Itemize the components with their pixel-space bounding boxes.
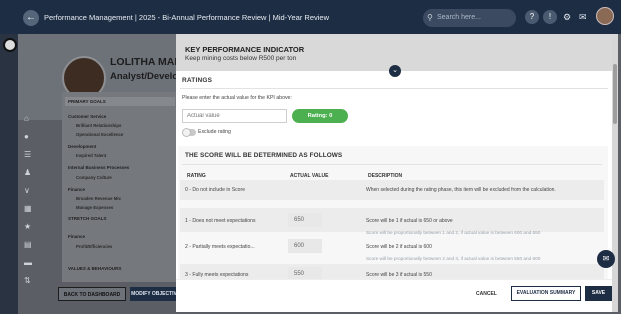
- col-header-description: DESCRIPTION: [368, 173, 403, 179]
- compare-icon[interactable]: ⇅: [24, 276, 31, 285]
- user-avatar[interactable]: [596, 7, 614, 25]
- back-to-dashboard-button[interactable]: BACK TO DASHBOARD: [58, 287, 126, 301]
- row-rating: 2 - Partially meets expectatio...: [185, 244, 255, 250]
- row-description: Score will be 3 if actual is 550: [366, 272, 432, 278]
- exclude-rating-toggle[interactable]: [182, 128, 196, 137]
- row-description: Score will be 2 if actual is 600: [366, 244, 432, 250]
- star-icon[interactable]: ★: [24, 222, 31, 231]
- goal-internal-business[interactable]: Internal Business Processes: [68, 165, 129, 170]
- goal-broaden-revenue[interactable]: Broaden Revenue Mix: [76, 196, 121, 201]
- goal-profit-efficiencies[interactable]: Profit/Efficiencies: [76, 244, 112, 249]
- table-row: 0 - Do not include in Score When selecte…: [180, 180, 604, 200]
- row-rating: 1 - Does not meet expectations: [185, 218, 256, 224]
- row-actual-value[interactable]: 650: [288, 213, 322, 227]
- table-row: 2 - Partially meets expectatio... 600 Sc…: [180, 236, 604, 261]
- goal-finance[interactable]: Finance: [68, 187, 85, 192]
- modal-title: KEY PERFORMANCE INDICATOR: [185, 45, 305, 54]
- evaluation-summary-button[interactable]: EVALUATION SUMMARY: [511, 286, 581, 301]
- cancel-button[interactable]: CANCEL: [476, 291, 497, 297]
- goal-operational-excellence[interactable]: Operational Excellence: [76, 132, 123, 137]
- kpi-modal: KEY PERFORMANCE INDICATOR Keep mining co…: [176, 34, 612, 312]
- layers-icon[interactable]: ☰: [24, 150, 31, 159]
- col-header-rating: RATING: [187, 173, 206, 179]
- row-description-note: Score will be proportionally between 2 a…: [366, 256, 541, 261]
- goal-brilliant-relationships[interactable]: Brilliant Relationships: [76, 123, 121, 128]
- divider: [180, 88, 608, 89]
- search-input[interactable]: Search here...: [437, 9, 481, 27]
- row-rating: 3 - Fully meets expectations: [185, 272, 249, 278]
- team-icon[interactable]: ♟: [24, 168, 31, 177]
- table-row: 1 - Does not meet expectations 650 Score…: [180, 208, 604, 235]
- goal-stretch[interactable]: STRETCH GOALS: [68, 216, 107, 221]
- user-icon[interactable]: ●: [24, 132, 29, 141]
- row-rating: 0 - Do not include in Score: [185, 187, 246, 193]
- top-app-bar: ← Performance Management | 2025 - Bi-Ann…: [0, 0, 621, 34]
- row-description-note: Score will be proportionally between 1 a…: [366, 230, 541, 235]
- building-icon[interactable]: ▦: [24, 204, 32, 213]
- col-header-actual: ACTUAL VALUE: [290, 173, 329, 179]
- goal-development[interactable]: Development: [68, 144, 96, 149]
- goal-inspired-talent[interactable]: Inspired Talent: [76, 153, 106, 158]
- brand-logo-icon: [3, 38, 17, 52]
- gear-icon[interactable]: ⚙: [563, 9, 571, 25]
- calendar-icon[interactable]: ▤: [24, 240, 32, 249]
- goals-panel: PRIMARY GOALS Customer Service Brilliant…: [62, 92, 180, 282]
- left-rail: [0, 34, 18, 314]
- filter-icon[interactable]: ∨: [24, 186, 30, 195]
- row-description: Score will be 1 if actual is 650 or abov…: [366, 218, 453, 224]
- goal-company-culture[interactable]: Company Culture: [76, 175, 112, 180]
- modal-subtitle: Keep mining costs below R500 per ton: [185, 55, 297, 62]
- home-icon[interactable]: ⌂: [24, 114, 29, 123]
- page-scrollbar[interactable]: [612, 34, 618, 312]
- save-button[interactable]: SAVE: [585, 286, 612, 301]
- modal-footer: CANCEL EVALUATION SUMMARY SAVE: [176, 279, 612, 312]
- search-box[interactable]: ⚲ Search here...: [423, 9, 516, 27]
- goal-primary[interactable]: PRIMARY GOALS: [68, 99, 106, 104]
- alert-icon[interactable]: !: [543, 10, 557, 24]
- row-actual-value[interactable]: 600: [288, 239, 322, 253]
- rating-badge: Rating: 0: [292, 109, 348, 123]
- goal-customer-service[interactable]: Customer Service: [68, 114, 106, 119]
- chevron-down-icon[interactable]: ⌄: [389, 65, 401, 77]
- actual-value-input[interactable]: [182, 109, 287, 123]
- search-icon: ⚲: [427, 13, 433, 22]
- row-description: When selected during the rating phase, t…: [366, 187, 556, 193]
- mail-icon[interactable]: ✉: [579, 9, 587, 25]
- help-icon[interactable]: ?: [525, 10, 539, 24]
- modify-objectives-button[interactable]: MODIFY OBJECTIV: [130, 287, 178, 301]
- chart-icon[interactable]: ▬: [24, 258, 32, 267]
- exclude-rating-label: Exclude rating: [198, 129, 231, 135]
- chat-icon[interactable]: ✉: [597, 250, 615, 268]
- back-arrow-icon[interactable]: ←: [23, 10, 39, 26]
- divider: [182, 164, 602, 165]
- goal-manage-expenses[interactable]: Manage Expenses: [76, 205, 113, 210]
- goal-values[interactable]: VALUES & BEHAVIOURS: [68, 266, 121, 271]
- score-heading: THE SCORE WILL BE DETERMINED AS FOLLOWS: [185, 152, 343, 159]
- ratings-heading: RATINGS: [182, 77, 213, 84]
- goal-finance-2[interactable]: Finance: [68, 234, 85, 239]
- actual-value-prompt: Please enter the actual value for the KP…: [182, 95, 292, 101]
- breadcrumb: Performance Management | 2025 - Bi-Annua…: [44, 13, 329, 22]
